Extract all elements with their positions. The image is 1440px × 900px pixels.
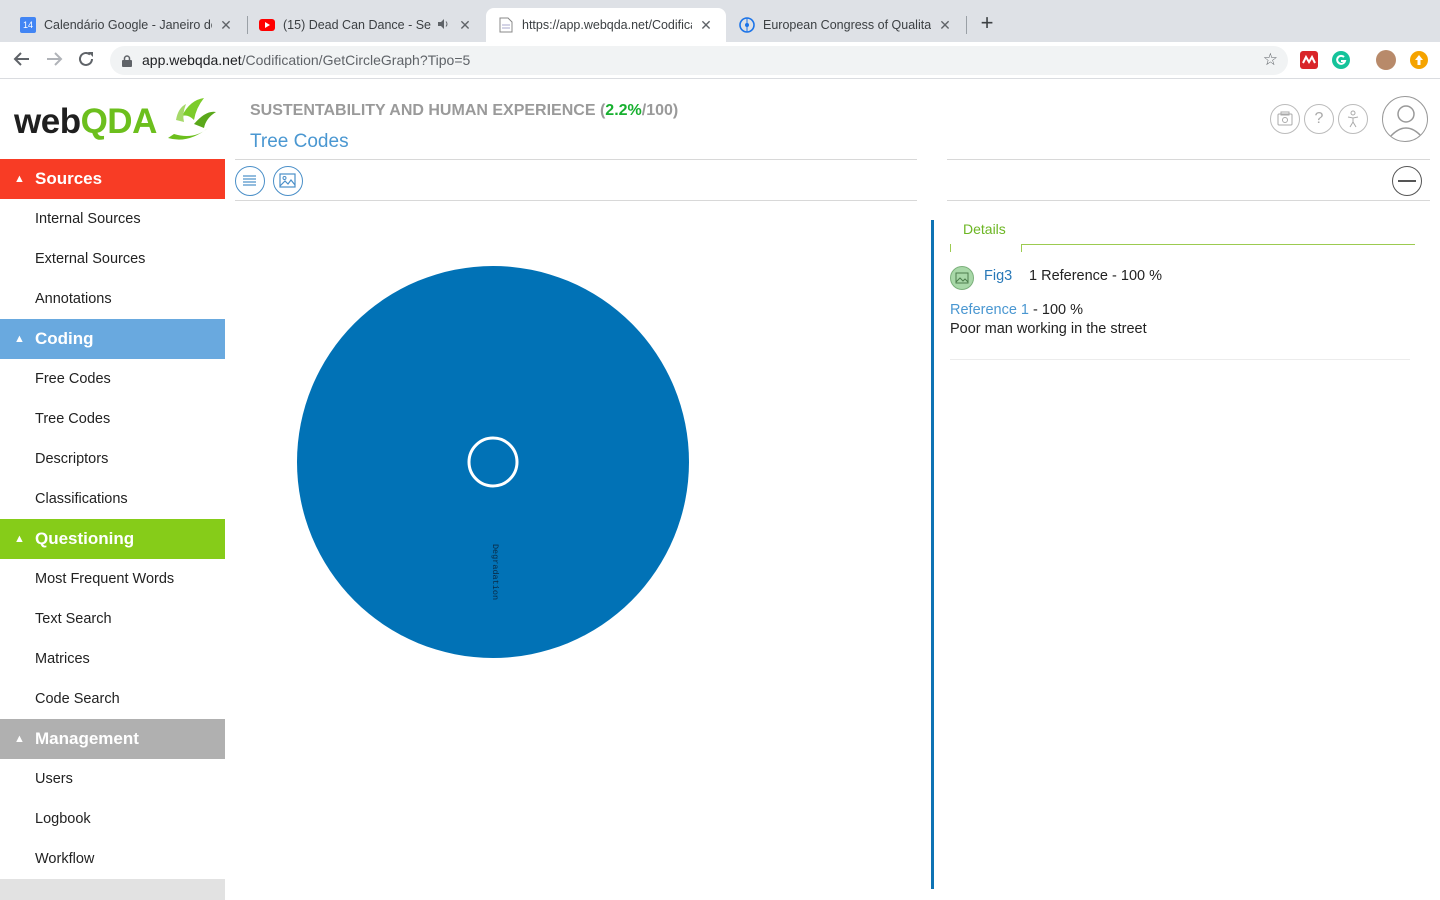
reference-percent: - 100 % — [1029, 302, 1083, 318]
browser-tab-strip: 14 Calendário Google - Janeiro de 2 ✕ (1… — [0, 0, 1440, 42]
sidebar-item-workflow[interactable]: Workflow — [0, 839, 225, 879]
new-tab-button[interactable]: + — [976, 12, 998, 35]
chevron-up-icon: ▲ — [14, 173, 25, 185]
page-title: Tree Codes — [250, 131, 349, 152]
section-title: Sources — [35, 169, 103, 188]
sidebar-item-matrices[interactable]: Matrices — [0, 639, 225, 679]
update-extension-icon[interactable] — [1410, 51, 1428, 69]
page-icon — [498, 17, 514, 33]
reload-icon[interactable] — [76, 50, 96, 70]
mendeley-extension-icon[interactable] — [1300, 51, 1318, 69]
lock-icon — [122, 54, 132, 67]
chevron-up-icon: ▲ — [14, 733, 25, 745]
divider — [947, 200, 1430, 201]
sidebar-section-sources[interactable]: ▲ Sources — [0, 159, 225, 199]
code-label: Degradation — [490, 544, 500, 600]
sidebar-section-questioning[interactable]: ▲ Questioning — [0, 519, 225, 559]
sidebar-item-text-search[interactable]: Text Search — [0, 599, 225, 639]
profile-avatar-icon[interactable] — [1376, 50, 1396, 70]
reference-text: Poor man working in the street — [950, 321, 1147, 337]
sidebar-item-classifications[interactable]: Classifications — [0, 479, 225, 519]
tab-title: European Congress of Qualitativ — [763, 18, 931, 32]
tab-title: https://app.webqda.net/Codifica — [522, 18, 692, 32]
section-title: Questioning — [35, 529, 135, 548]
tab-european-congress[interactable]: European Congress of Qualitativ ✕ — [727, 8, 965, 42]
tab-details[interactable]: Details — [963, 221, 1006, 237]
close-icon[interactable]: ✕ — [698, 17, 714, 33]
image-source-icon — [950, 266, 974, 290]
list-view-button[interactable] — [235, 166, 265, 196]
close-icon[interactable]: ✕ — [937, 17, 953, 33]
panel-splitter[interactable] — [931, 220, 934, 889]
project-progress-percent: 2.2% — [605, 102, 642, 119]
section-title: Coding — [35, 329, 94, 348]
divider — [235, 200, 917, 201]
sidebar-item-logbook[interactable]: Logbook — [0, 799, 225, 839]
webqda-logo[interactable]: webQDA — [14, 94, 216, 150]
close-icon[interactable]: ✕ — [457, 17, 473, 33]
close-icon[interactable]: ✕ — [218, 17, 234, 33]
accessibility-icon[interactable] — [1338, 104, 1368, 134]
sidebar-item-code-search[interactable]: Code Search — [0, 679, 225, 719]
divider — [950, 359, 1410, 360]
user-avatar[interactable] — [1382, 96, 1428, 142]
chevron-up-icon: ▲ — [14, 333, 25, 345]
help-icon[interactable]: ? — [1304, 104, 1334, 134]
active-tab-indicator — [950, 244, 1022, 252]
grammarly-extension-icon[interactable] — [1332, 51, 1350, 69]
export-image-button[interactable] — [273, 166, 303, 196]
logo-text: webQDA — [14, 102, 157, 141]
sidebar-section-coding[interactable]: ▲ Coding — [0, 319, 225, 359]
source-link[interactable]: Fig3 — [984, 268, 1012, 284]
reference-header: Reference 1 - 100 % — [950, 302, 1083, 318]
sidebar-item-internal-sources[interactable]: Internal Sources — [0, 199, 225, 239]
sidebar-item-external-sources[interactable]: External Sources — [0, 239, 225, 279]
sidebar-item-annotations[interactable]: Annotations — [0, 279, 225, 319]
chevron-up-icon: ▲ — [14, 533, 25, 545]
sidebar-item-most-frequent-words[interactable]: Most Frequent Words — [0, 559, 225, 599]
projects-icon[interactable] — [1270, 104, 1300, 134]
tab-google-calendar[interactable]: 14 Calendário Google - Janeiro de 2 ✕ — [8, 8, 246, 42]
bookmark-star-icon[interactable]: ☆ — [1263, 50, 1278, 70]
project-title: SUSTENTABILITY AND HUMAN EXPERIENCE (2.2… — [250, 102, 679, 119]
sidebar-item-descriptors[interactable]: Descriptors — [0, 439, 225, 479]
url-path: /Codification/GetCircleGraph?Tipo=5 — [241, 52, 471, 68]
tab-separator — [966, 16, 967, 34]
tab-title: (15) Dead Can Dance - Sea B — [283, 18, 431, 32]
circle-graph[interactable]: Degradation — [297, 266, 689, 658]
url-text: app.webqda.net/Codification/GetCircleGra… — [142, 52, 470, 68]
collapse-panel-button[interactable] — [1392, 166, 1422, 196]
reference-link[interactable]: Reference 1 — [950, 302, 1029, 318]
sidebar-section-management[interactable]: ▲ Management — [0, 719, 225, 759]
calendar-icon: 14 — [20, 17, 36, 33]
sidebar-item-tree-codes[interactable]: Tree Codes — [0, 399, 225, 439]
url-host: app.webqda.net — [142, 52, 242, 68]
forward-arrow-icon[interactable] — [44, 50, 64, 70]
divider — [947, 159, 1430, 160]
sidebar: ▲ Sources Internal Sources External Sour… — [0, 159, 225, 900]
divider — [235, 159, 917, 160]
speaker-icon[interactable] — [435, 17, 451, 33]
sidebar-footer — [0, 879, 225, 900]
sidebar-item-free-codes[interactable]: Free Codes — [0, 359, 225, 399]
address-bar[interactable]: app.webqda.net/Codification/GetCircleGra… — [110, 46, 1288, 75]
youtube-icon — [259, 17, 275, 33]
section-title: Management — [35, 729, 139, 748]
tab-webqda[interactable]: https://app.webqda.net/Codifica ✕ — [486, 8, 726, 42]
back-arrow-icon[interactable] — [12, 50, 32, 70]
source-summary: 1 Reference - 100 % — [1029, 268, 1162, 284]
tab-title: Calendário Google - Janeiro de 2 — [44, 18, 212, 32]
browser-toolbar: app.webqda.net/Codification/GetCircleGra… — [0, 42, 1440, 79]
tab-youtube[interactable]: (15) Dead Can Dance - Sea B ✕ — [247, 8, 485, 42]
sidebar-item-users[interactable]: Users — [0, 759, 225, 799]
globe-icon — [739, 17, 755, 33]
logo-leaves-icon — [168, 98, 216, 140]
